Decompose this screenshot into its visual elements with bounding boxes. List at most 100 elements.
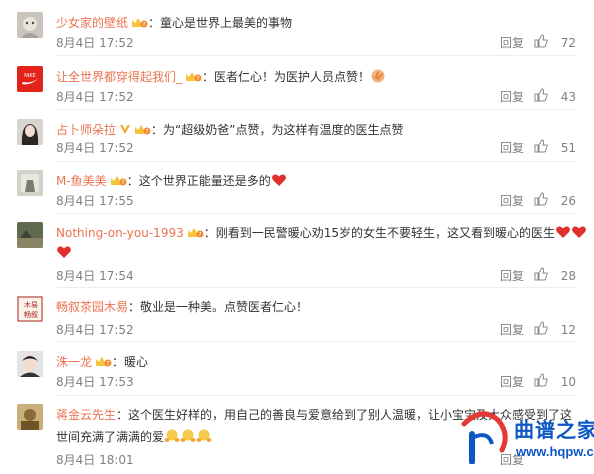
timestamp: 8月4日 17:55 bbox=[56, 194, 134, 208]
hug-emoji-icon bbox=[164, 429, 180, 442]
heart-emoji-icon bbox=[572, 226, 586, 238]
svg-text:NIKE: NIKE bbox=[24, 73, 36, 79]
svg-text:7: 7 bbox=[196, 76, 199, 82]
thumb-up-icon bbox=[534, 88, 548, 102]
svg-text:7: 7 bbox=[198, 232, 201, 238]
username[interactable]: 洙一龙 bbox=[56, 355, 92, 369]
timestamp: 8月4日 17:54 bbox=[56, 269, 134, 283]
clap-emoji-icon bbox=[371, 69, 385, 83]
username[interactable]: 畅叙茶园木易 bbox=[56, 300, 128, 314]
vip-crown-badge-icon: 7 bbox=[186, 72, 202, 82]
timestamp: 8月4日 17:53 bbox=[56, 375, 134, 389]
thumb-up-icon bbox=[534, 192, 548, 206]
vip-crown-badge-icon: 7 bbox=[135, 125, 151, 135]
comment-text: 这个世界正能量还是多的 bbox=[138, 174, 271, 188]
like-button[interactable]: 51 bbox=[534, 139, 576, 156]
comment-line: M-鱼美美 7 ：这个世界正能量还是多的 bbox=[56, 172, 287, 190]
watermark-url: www.hqpw.com bbox=[516, 444, 594, 459]
divider bbox=[56, 395, 576, 396]
username[interactable]: 蒋金云先生 bbox=[56, 408, 116, 422]
watermark-name: 曲谱之家 bbox=[514, 418, 594, 442]
comment-line: 洙一龙 7 ：暖心 bbox=[56, 355, 149, 369]
comment-line: 占卜师朵拉 7 ：为“超级奶爸”点赞，为这样有温度的医生点赞 bbox=[56, 123, 404, 137]
reply-button[interactable]: 回复 bbox=[500, 374, 524, 390]
like-count: 43 bbox=[560, 90, 576, 104]
thumb-up-icon bbox=[534, 34, 548, 48]
vip-crown-badge-icon: 7 bbox=[110, 176, 127, 186]
heart-emoji-icon bbox=[556, 226, 570, 238]
divider bbox=[56, 341, 576, 342]
username[interactable]: M-鱼美美 bbox=[56, 174, 107, 188]
thumb-up-icon bbox=[534, 267, 548, 281]
reply-button[interactable]: 回复 bbox=[500, 35, 524, 51]
divider bbox=[56, 161, 576, 162]
avatar[interactable] bbox=[17, 170, 43, 196]
watermark-logo-icon bbox=[461, 411, 508, 464]
divider bbox=[56, 55, 576, 56]
reply-button[interactable]: 回复 bbox=[500, 140, 524, 156]
timestamp: 8月4日 17:52 bbox=[56, 323, 134, 337]
timestamp: 8月4日 18:01 bbox=[56, 453, 134, 467]
like-count: 10 bbox=[560, 375, 576, 389]
avatar[interactable] bbox=[17, 222, 43, 248]
svg-text:畅叙: 畅叙 bbox=[24, 310, 38, 319]
hug-emoji-icon bbox=[180, 429, 196, 442]
thumb-up-icon bbox=[534, 321, 548, 335]
timestamp: 8月4日 17:52 bbox=[56, 36, 134, 50]
svg-text:7: 7 bbox=[145, 129, 148, 135]
divider bbox=[56, 287, 576, 288]
like-button[interactable]: 10 bbox=[534, 373, 576, 390]
reply-button[interactable]: 回复 bbox=[500, 89, 524, 105]
comment-line-continued bbox=[56, 244, 72, 262]
like-button[interactable]: 43 bbox=[534, 88, 576, 105]
like-button[interactable]: 26 bbox=[534, 192, 576, 209]
username[interactable]: 少女家的壁纸 bbox=[56, 16, 128, 30]
comment-text: 暖心 bbox=[124, 355, 149, 369]
avatar[interactable] bbox=[17, 119, 43, 145]
comment-text: 童心是世界上最美的事物 bbox=[160, 16, 293, 30]
comment-line: Nothing-on-you-1993 7 ：刚看到一民警暖心劝15岁的女生不要轻生… bbox=[56, 224, 587, 242]
comment-text: 为“超级奶爸”点赞，为这样有温度的医生点赞 bbox=[163, 123, 404, 137]
avatar[interactable] bbox=[17, 404, 43, 430]
hug-emoji-icon bbox=[196, 429, 212, 442]
like-button[interactable]: 28 bbox=[534, 267, 576, 284]
comment-text: 刚看到一民警暖心劝15岁的女生不要轻生，这又看到暖心的医生 bbox=[215, 226, 556, 240]
like-count: 12 bbox=[560, 323, 576, 337]
username[interactable]: 让全世界都穿得起我们_ bbox=[56, 70, 182, 84]
like-button[interactable]: 72 bbox=[534, 34, 576, 51]
svg-text:7: 7 bbox=[106, 361, 109, 367]
vip-crown-badge-icon: 7 bbox=[132, 18, 148, 28]
like-count: 51 bbox=[560, 141, 576, 155]
svg-text:7: 7 bbox=[121, 180, 124, 186]
avatar[interactable]: 木易 畅叙 bbox=[17, 296, 43, 322]
vip-crown-badge-icon: 7 bbox=[187, 228, 204, 238]
verified-v-icon bbox=[120, 125, 131, 134]
avatar[interactable]: NIKE bbox=[17, 66, 43, 92]
avatar[interactable] bbox=[17, 351, 43, 377]
svg-text:7: 7 bbox=[142, 22, 145, 28]
comment-line: 少女家的壁纸 7 ：童心是世界上最美的事物 bbox=[56, 16, 293, 30]
like-count: 72 bbox=[560, 36, 576, 50]
thumb-up-icon bbox=[534, 373, 548, 387]
reply-button[interactable]: 回复 bbox=[500, 268, 524, 284]
site-watermark: 曲谱之家 www.hqpw.com bbox=[458, 402, 594, 474]
timestamp: 8月4日 17:52 bbox=[56, 141, 134, 155]
username[interactable]: Nothing-on-you-1993 bbox=[56, 226, 184, 240]
svg-text:木易: 木易 bbox=[24, 300, 38, 309]
reply-button[interactable]: 回复 bbox=[500, 322, 524, 338]
divider bbox=[56, 109, 576, 110]
comment-line: 让全世界都穿得起我们_ 7 ：医者仁心！为医护人员点赞！ bbox=[56, 68, 386, 86]
like-button[interactable]: 12 bbox=[534, 321, 576, 338]
divider bbox=[56, 213, 576, 214]
comment-text: 医者仁心！为医护人员点赞！ bbox=[214, 70, 371, 84]
heart-emoji-icon bbox=[271, 174, 286, 186]
comment-line-continued: 世间充满了满满的爱 bbox=[56, 428, 212, 446]
vip-crown-badge-icon: 7 bbox=[96, 357, 112, 367]
like-count: 28 bbox=[560, 269, 576, 283]
username[interactable]: 占卜师朵拉 bbox=[56, 123, 116, 137]
comment-text: 敬业是一种美。点赞医者仁心！ bbox=[140, 300, 309, 314]
like-count: 26 bbox=[560, 194, 576, 208]
reply-button[interactable]: 回复 bbox=[500, 193, 524, 209]
comment-text-continued: 世间充满了满满的爱 bbox=[56, 430, 165, 444]
avatar[interactable] bbox=[17, 12, 43, 38]
